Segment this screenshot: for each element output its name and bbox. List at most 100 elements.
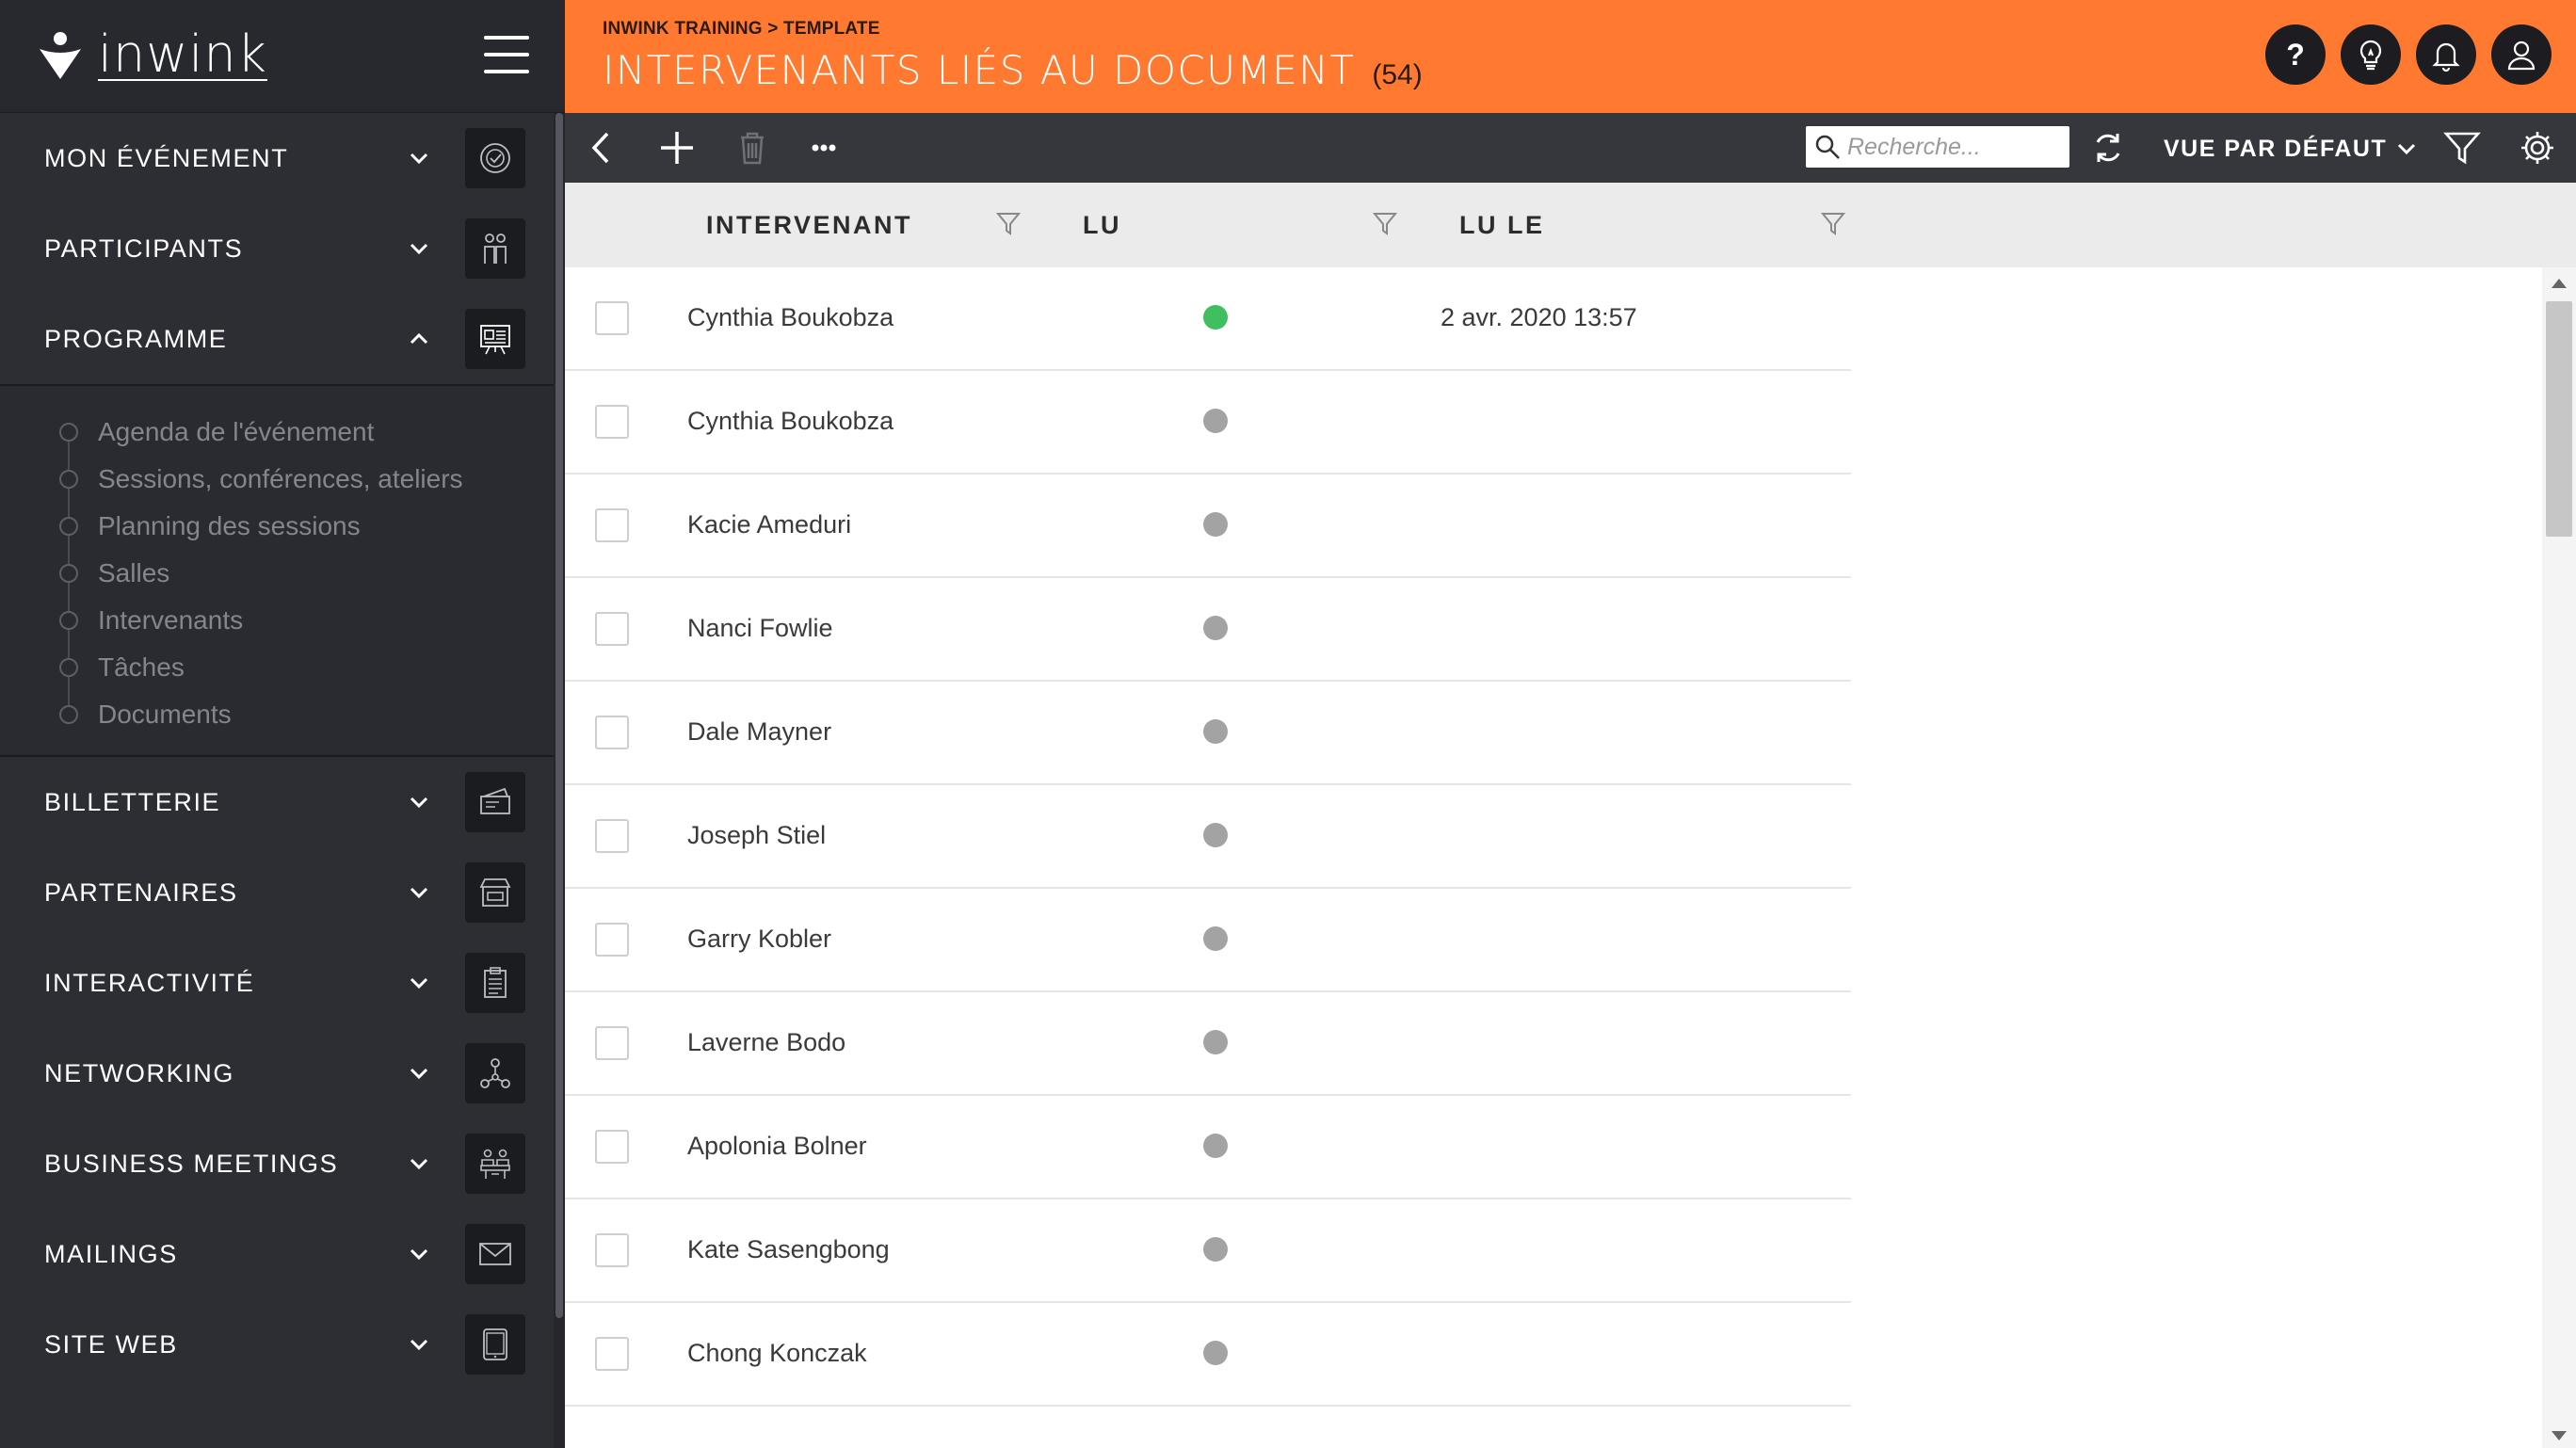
sidebar-item-label: PARTENAIRES xyxy=(44,877,238,907)
row-checkbox[interactable] xyxy=(595,1337,629,1371)
row-checkbox[interactable] xyxy=(595,405,629,439)
row-checkbox[interactable] xyxy=(595,508,629,542)
plus-icon xyxy=(661,132,693,164)
main-scrollbar[interactable] xyxy=(2542,267,2576,1448)
row-checkbox[interactable] xyxy=(595,612,629,646)
chevron-down-icon[interactable] xyxy=(407,790,431,814)
sidebar-item-networking[interactable]: NETWORKING xyxy=(0,1028,554,1118)
table-row[interactable]: Cynthia Boukobza 2 avr. 2020 13:57 xyxy=(565,267,1851,371)
sidebar-item-billetterie[interactable]: BILLETTERIE xyxy=(0,757,554,847)
table-row[interactable]: Dale Mayner xyxy=(565,682,1851,785)
read-status-dot-icon xyxy=(1203,305,1228,330)
submenu-item[interactable]: Intervenants xyxy=(0,597,554,644)
chevron-down-icon[interactable] xyxy=(407,1242,431,1266)
chevron-down-icon[interactable] xyxy=(407,880,431,905)
settings-button[interactable] xyxy=(2514,124,2561,171)
chevron-down-icon[interactable] xyxy=(407,1061,431,1086)
toolbar: VUE PAR DÉFAUT xyxy=(565,113,2576,183)
row-checkbox[interactable] xyxy=(595,1026,629,1060)
sidebar-item-programme[interactable]: PROGRAMME xyxy=(0,294,554,384)
row-checkbox[interactable] xyxy=(595,1233,629,1267)
chevron-down-icon[interactable] xyxy=(407,146,431,170)
chevron-up-icon[interactable] xyxy=(407,327,431,351)
submenu-item-label: Salles xyxy=(98,558,170,587)
submenu-item[interactable]: Agenda de l'événement xyxy=(0,409,554,456)
gear-icon xyxy=(2521,132,2553,164)
row-checkbox[interactable] xyxy=(595,819,629,853)
tickets-icon xyxy=(480,787,510,814)
sidebar-item-mailings[interactable]: MAILINGS xyxy=(0,1209,554,1299)
more-actions-button[interactable] xyxy=(800,124,847,171)
submenu-item[interactable]: Planning des sessions xyxy=(0,503,554,550)
notifications-button[interactable] xyxy=(2416,24,2476,85)
column-header-lu[interactable]: LU xyxy=(1083,183,1121,267)
search-input[interactable] xyxy=(1847,128,2064,166)
table-row[interactable]: Garry Kobler xyxy=(565,889,1851,992)
sidebar-item-icon-box xyxy=(465,309,525,369)
column-header-intervenant[interactable]: INTERVENANT xyxy=(706,183,912,267)
sidebar-item-mon-evenement[interactable]: MON ÉVÉNEMENT xyxy=(0,113,554,203)
main-scrollbar-thumb[interactable] xyxy=(2546,301,2572,537)
submenu-item[interactable]: Documents xyxy=(0,691,554,738)
sidebar-scrollbar[interactable] xyxy=(554,113,565,1448)
people-icon xyxy=(484,233,507,264)
table-row[interactable]: Laverne Bodo xyxy=(565,992,1851,1096)
refresh-button[interactable] xyxy=(2085,124,2132,171)
chevron-down-icon xyxy=(2398,143,2416,155)
sidebar: inwink MON ÉVÉNEMENT PARTICIPANTS PROGRAMM… xyxy=(0,0,565,1448)
chevron-down-icon[interactable] xyxy=(407,971,431,995)
submenu-item[interactable]: Sessions, conférences, ateliers xyxy=(0,456,554,503)
sidebar-scrollbar-thumb[interactable] xyxy=(555,113,563,1318)
view-selector-dropdown[interactable]: VUE PAR DÉFAUT xyxy=(2164,130,2417,168)
sidebar-item-icon-box xyxy=(465,953,525,1013)
hamburger-menu-button[interactable] xyxy=(484,36,529,73)
help-button[interactable]: ? xyxy=(2265,24,2326,85)
sidebar-item-business-meetings[interactable]: BUSINESS MEETINGS xyxy=(0,1118,554,1209)
sidebar-item-partenaires[interactable]: PARTENAIRES xyxy=(0,847,554,938)
cell-intervenant: Kacie Ameduri xyxy=(687,509,852,539)
column-filter-lu-icon[interactable] xyxy=(1371,209,1399,237)
unread-status-dot-icon xyxy=(1203,1237,1228,1262)
chevron-down-icon[interactable] xyxy=(407,1151,431,1176)
sidebar-item-site-web[interactable]: SITE WEB xyxy=(0,1299,554,1390)
column-header-lu-le[interactable]: LU LE xyxy=(1459,183,1545,267)
back-button[interactable] xyxy=(578,124,625,171)
row-checkbox[interactable] xyxy=(595,923,629,957)
filter-button[interactable] xyxy=(2439,124,2486,171)
table-row[interactable]: Nanci Fowlie xyxy=(565,578,1851,682)
user-account-button[interactable] xyxy=(2491,24,2552,85)
add-button[interactable] xyxy=(653,124,700,171)
submenu-item[interactable]: Tâches xyxy=(0,644,554,691)
search-box[interactable] xyxy=(1806,126,2069,168)
chevron-down-icon[interactable] xyxy=(407,1332,431,1357)
sidebar-item-participants[interactable]: PARTICIPANTS xyxy=(0,203,554,294)
chevron-down-icon[interactable] xyxy=(407,236,431,261)
submenu-item[interactable]: Salles xyxy=(0,550,554,597)
row-checkbox[interactable] xyxy=(595,301,629,335)
inwink-logo[interactable]: inwink xyxy=(36,24,267,84)
sidebar-item-label: INTERACTIVITÉ xyxy=(44,968,255,997)
breadcrumb[interactable]: INWINK TRAINING > TEMPLATE xyxy=(603,19,880,40)
delete-button[interactable] xyxy=(729,124,776,171)
row-checkbox[interactable] xyxy=(595,1130,629,1164)
table-row[interactable]: Joseph Stiel xyxy=(565,785,1851,889)
unread-status-dot-icon xyxy=(1203,1030,1228,1054)
table-row[interactable]: Kate Sasengbong xyxy=(565,1199,1851,1303)
scroll-up-arrow-icon[interactable] xyxy=(2552,279,2567,288)
bell-icon xyxy=(2432,42,2460,72)
cell-lu-le: 2 avr. 2020 13:57 xyxy=(1441,302,1637,331)
column-filter-intervenant-icon[interactable] xyxy=(994,209,1022,237)
table-row[interactable]: Apolonia Bolner xyxy=(565,1096,1851,1199)
table-row[interactable]: Kacie Ameduri xyxy=(565,475,1851,578)
column-filter-lu-le-icon[interactable] xyxy=(1819,209,1847,237)
scroll-down-arrow-icon[interactable] xyxy=(2552,1431,2567,1440)
sidebar-item-interactivite[interactable]: INTERACTIVITÉ xyxy=(0,938,554,1028)
row-checkbox[interactable] xyxy=(595,716,629,749)
table-row[interactable]: Cynthia Boukobza xyxy=(565,371,1851,475)
table-row[interactable]: Chong Konczak xyxy=(565,1303,1851,1407)
page-header: INWINK TRAINING > TEMPLATE INTERVENANTS … xyxy=(565,0,2576,113)
ideas-button[interactable] xyxy=(2341,24,2401,85)
cell-intervenant: Cynthia Boukobza xyxy=(687,406,894,435)
svg-text:?: ? xyxy=(2286,38,2305,72)
chevron-left-icon xyxy=(591,132,609,164)
